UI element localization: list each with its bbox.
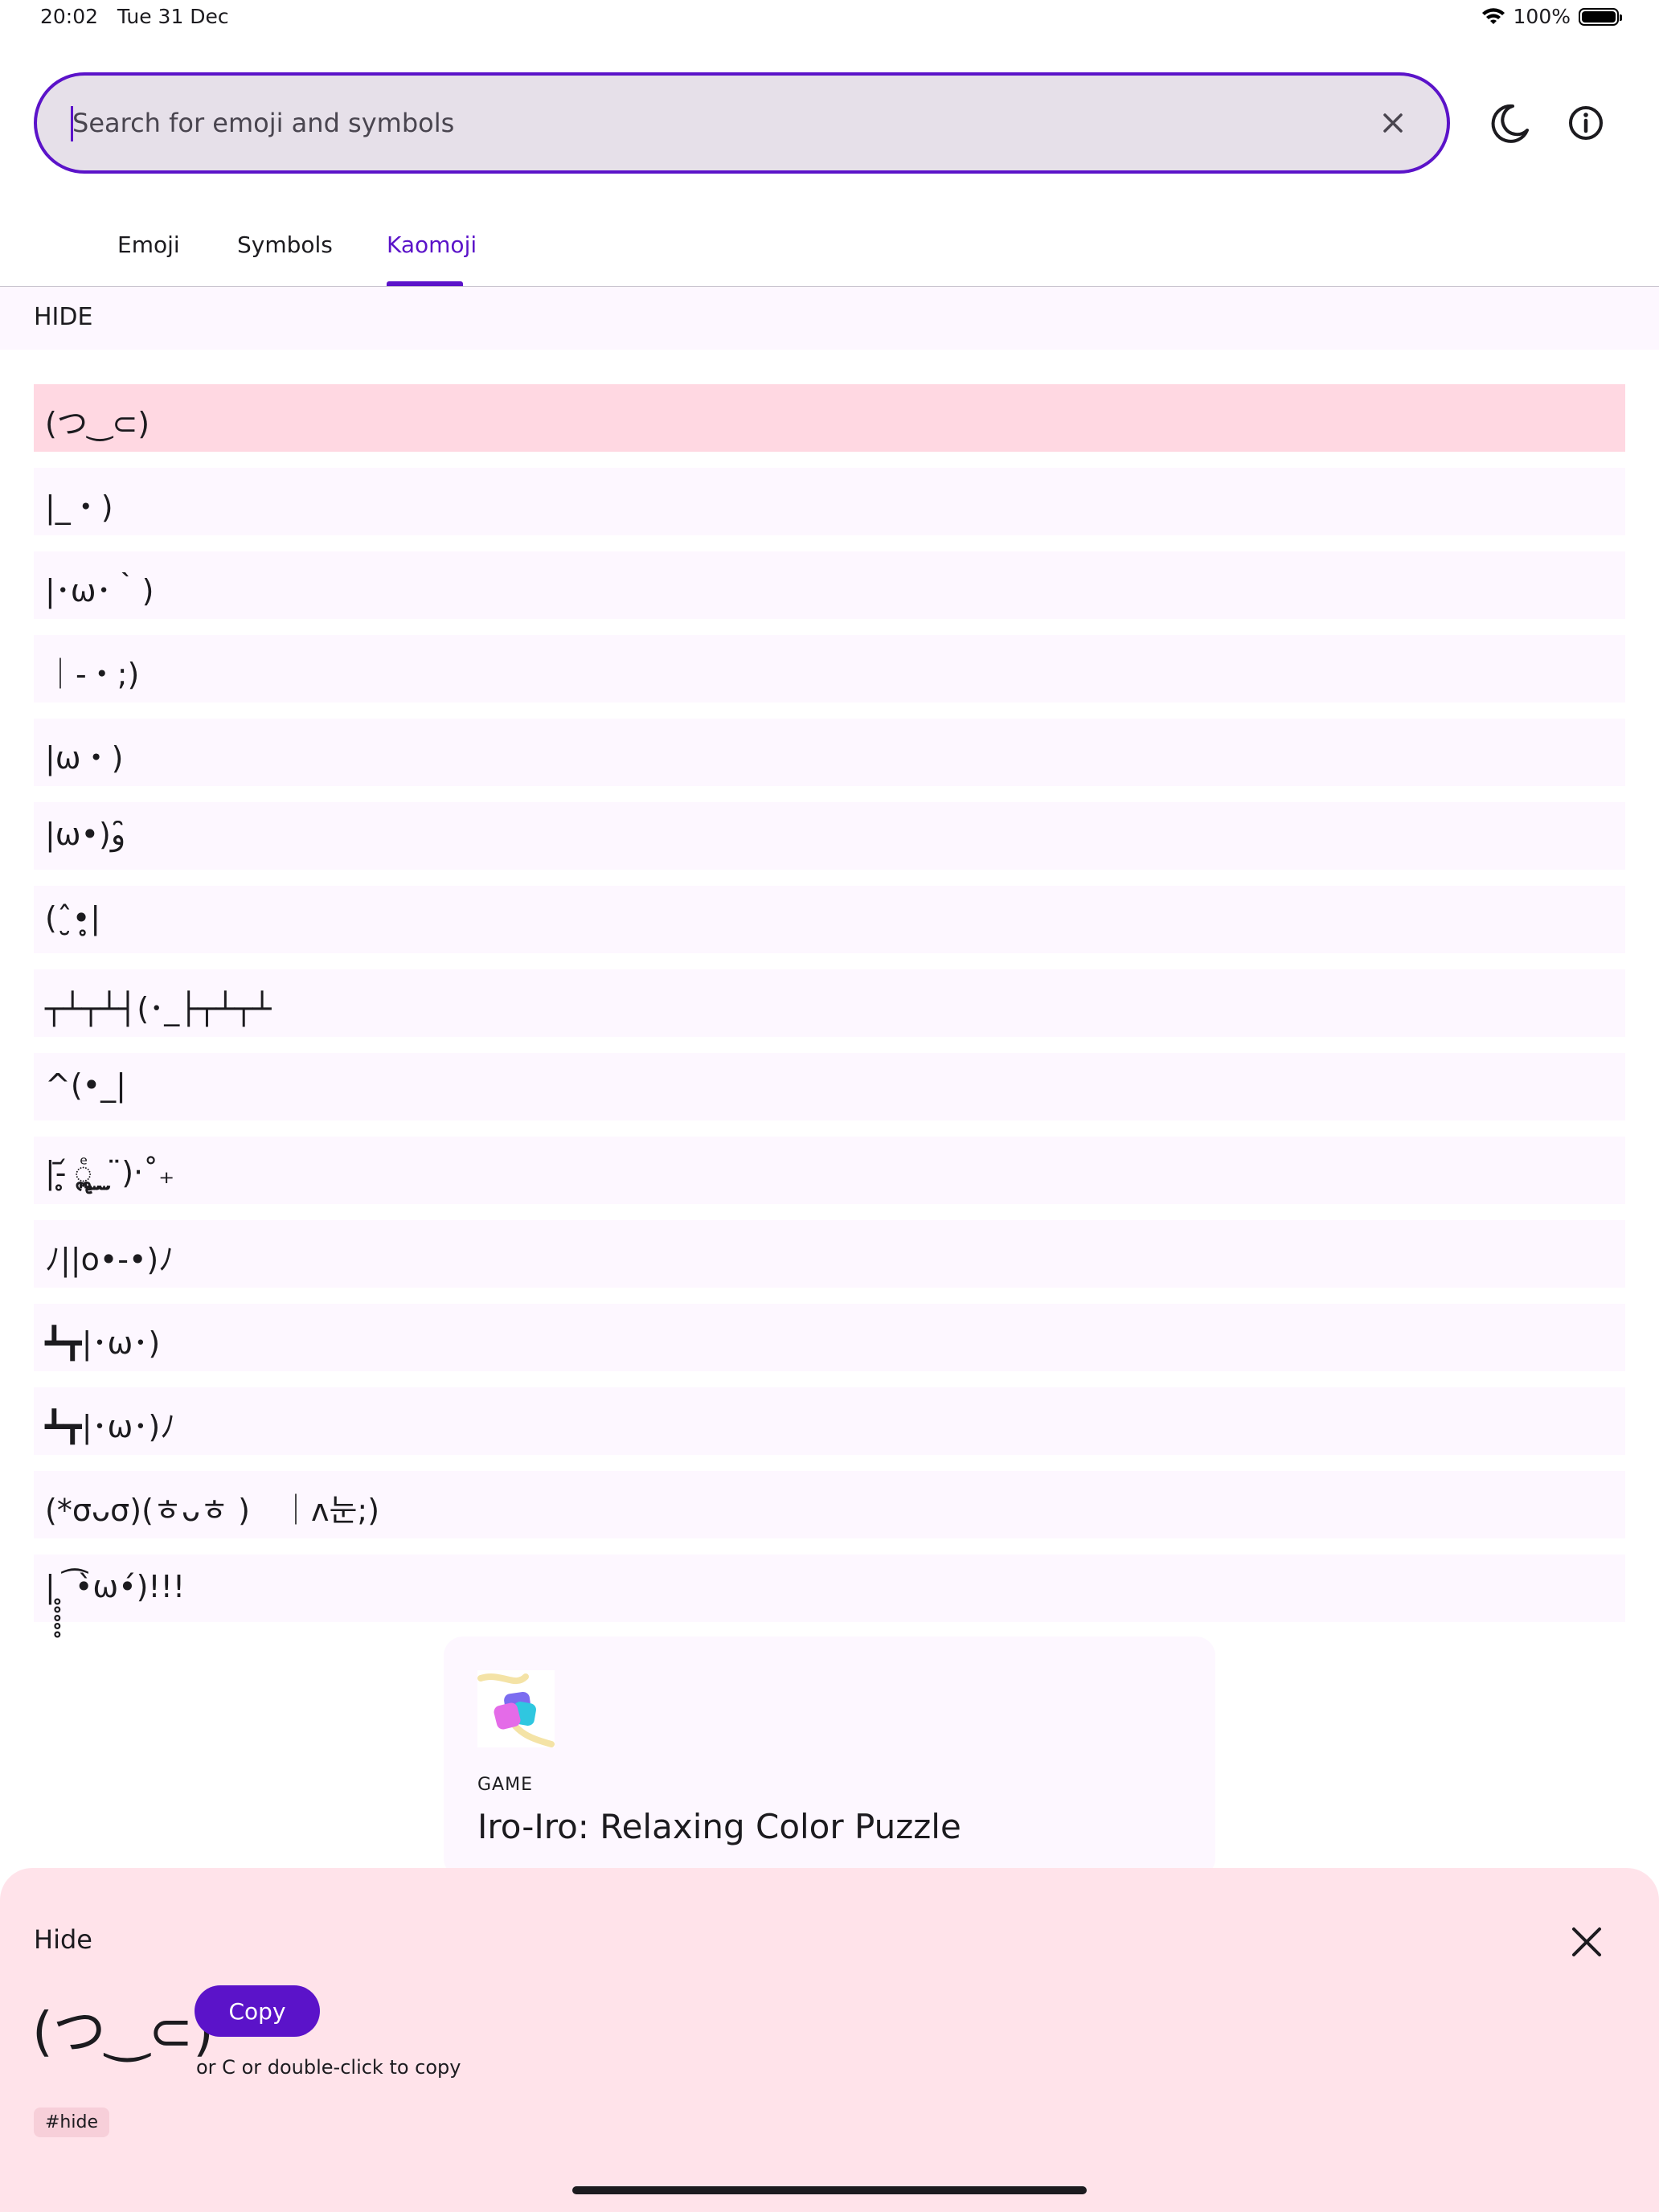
tab-active-indicator <box>387 281 463 286</box>
close-icon[interactable] <box>1371 101 1415 145</box>
kaomoji-row[interactable]: |ω・) <box>34 719 1625 786</box>
kaomoji-row[interactable]: ┻┳|･ω･) <box>34 1304 1625 1371</box>
ad-category: GAME <box>477 1775 533 1795</box>
app-logo-icon <box>477 1670 555 1747</box>
home-indicator[interactable] <box>572 2186 1087 2194</box>
kaomoji-row[interactable]: |-̥̥᷄ ॣॢ͈ͤ ̫̮ ̫̮ ̈)‧˚₊ <box>34 1137 1625 1204</box>
kaomoji-text: |ω•)و ̑̑ <box>45 817 136 852</box>
kaomoji-text: (つ‿⊂) <box>45 406 150 441</box>
tab-emoji[interactable]: Emoji <box>117 231 180 258</box>
moon-icon[interactable] <box>1481 95 1537 151</box>
section-title: HIDE <box>34 303 93 331</box>
wifi-icon <box>1481 7 1505 24</box>
kaomoji-text: (*σᴗσ)(ㅎᴗㅎ ) ｜ᴧ눈;) <box>45 1493 380 1528</box>
info-icon[interactable] <box>1558 95 1614 151</box>
tag-chip[interactable]: #hide <box>34 2108 109 2137</box>
selected-kaomoji: (つ‿⊂) <box>32 2001 214 2062</box>
kaomoji-row[interactable]: |･ω･｀) <box>34 551 1625 619</box>
sheet-title: Hide <box>34 1924 92 1955</box>
kaomoji-row[interactable]: ┻┳|･ω･)ﾉ <box>34 1387 1625 1455</box>
kaomoji-text: |-̥̥᷄ ॣॢ͈ͤ ̫̮ ̫̮ ̈)‧˚₊ <box>45 1155 175 1190</box>
kaomoji-row[interactable]: ^(•_| <box>34 1053 1625 1120</box>
ad-title: Iro-Iro: Relaxing Color Puzzle <box>477 1807 961 1846</box>
status-time: 20:02 Tue 31 Dec <box>40 5 229 28</box>
search-input[interactable] <box>69 76 1358 170</box>
tab-bar: Emoji Symbols Kaomoji <box>0 217 1659 288</box>
status-right: 100% <box>1481 5 1622 28</box>
tab-symbols[interactable]: Symbols <box>237 231 333 258</box>
kaomoji-text: |･ω･｀) <box>45 573 154 608</box>
kaomoji-text: ┬┴┬┴┤(･_├┬┴┬┴ <box>45 991 272 1026</box>
kaomoji-row[interactable]: (ˆ̮•̥̥| <box>34 886 1625 953</box>
ad-card[interactable]: GAME Iro-Iro: Relaxing Color Puzzle <box>444 1636 1215 1878</box>
kaomoji-text: ﾉ||o•-•)ﾉ <box>45 1242 174 1277</box>
kaomoji-text: |ω・) <box>45 740 124 776</box>
kaomoji-row[interactable]: | ̥̥̥̥̥ ͡•̀ω•́)!!! <box>34 1555 1625 1622</box>
kaomoji-text: ^(•_| <box>45 1067 126 1103</box>
battery-icon <box>1579 7 1622 26</box>
kaomoji-list: (つ‿⊂) |_・) |･ω･｀) ｜-・;) |ω・) |ω•)و ̑̑ (ˆ… <box>34 384 1625 1638</box>
copy-hint: or C or double-click to copy <box>196 2056 461 2079</box>
kaomoji-text: | ̥̥̥̥̥ ͡•̀ω•́)!!! <box>45 1569 186 1604</box>
kaomoji-text: ┻┳|･ω･)ﾉ <box>45 1409 176 1444</box>
search-bar[interactable] <box>34 72 1450 174</box>
kaomoji-row[interactable]: (つ‿⊂) <box>34 384 1625 452</box>
status-date: Tue 31 Dec <box>117 5 229 28</box>
kaomoji-row[interactable]: |ω•)و ̑̑ <box>34 802 1625 870</box>
status-bar: 20:02 Tue 31 Dec 100% <box>0 0 1659 39</box>
section-header[interactable]: HIDE <box>0 287 1659 350</box>
kaomoji-row[interactable]: ┬┴┬┴┤(･_├┬┴┬┴ <box>34 969 1625 1037</box>
kaomoji-row[interactable]: (*σᴗσ)(ㅎᴗㅎ ) ｜ᴧ눈;) <box>34 1471 1625 1538</box>
copy-button[interactable]: Copy <box>195 1985 320 2037</box>
kaomoji-text: ┻┳|･ω･) <box>45 1325 161 1361</box>
battery-percent: 100% <box>1513 5 1571 28</box>
kaomoji-text: (ˆ̮•̥̥| <box>45 900 101 936</box>
kaomoji-row[interactable]: ｜-・;) <box>34 635 1625 703</box>
kaomoji-text: ｜-・;) <box>45 657 140 692</box>
kaomoji-row[interactable]: |_・) <box>34 468 1625 535</box>
close-icon[interactable] <box>1561 1916 1612 1968</box>
tab-kaomoji[interactable]: Kaomoji <box>387 231 477 258</box>
kaomoji-text: |_・) <box>45 490 113 525</box>
detail-sheet: Hide (つ‿⊂) Copy or C or double-click to … <box>0 1868 1659 2212</box>
kaomoji-row[interactable]: ﾉ||o•-•)ﾉ <box>34 1220 1625 1288</box>
